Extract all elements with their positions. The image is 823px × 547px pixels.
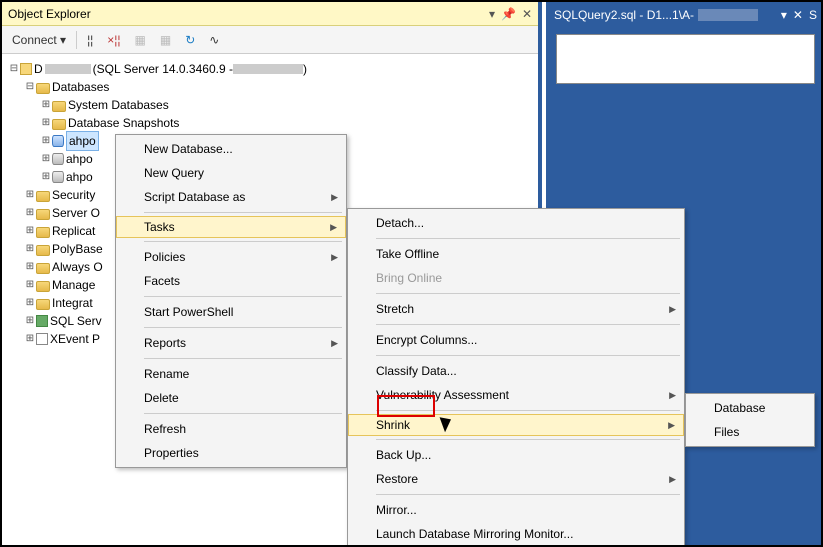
menu-rename[interactable]: Rename — [116, 362, 346, 386]
submenu-shrink: Database Files — [685, 393, 815, 447]
tab-dropdown-icon[interactable]: ▾ — [781, 8, 787, 22]
dropdown-icon[interactable]: ▾ — [489, 7, 495, 21]
menu-classify-data[interactable]: Classify Data... — [348, 359, 684, 383]
menu-policies[interactable]: Policies — [116, 245, 346, 269]
redacted-text — [698, 9, 758, 21]
context-menu-database: New Database... New Query Script Databas… — [115, 134, 347, 468]
panel-titlebar: Object Explorer ▾ 📌 ✕ — [2, 2, 538, 26]
filter-icon: ▦ — [129, 31, 152, 49]
panel-title: Object Explorer — [8, 7, 91, 21]
menu-start-powershell[interactable]: Start PowerShell — [116, 300, 346, 324]
menu-delete[interactable]: Delete — [116, 386, 346, 410]
connect-button[interactable]: Connect ▾ — [6, 31, 72, 49]
tab-s-icon[interactable]: S — [809, 8, 817, 22]
menu-shrink-database[interactable]: Database — [686, 396, 814, 420]
tree-sysdb[interactable]: ⊞System Databases — [6, 96, 534, 114]
stop-icon[interactable]: ×¦¦ — [101, 31, 126, 49]
menu-shrink-files[interactable]: Files — [686, 420, 814, 444]
menu-vulnerability-assessment[interactable]: Vulnerability Assessment — [348, 383, 684, 407]
menu-reports[interactable]: Reports — [116, 331, 346, 355]
refresh-icon[interactable]: ↻ — [179, 31, 201, 49]
menu-launch-mirroring-monitor[interactable]: Launch Database Mirroring Monitor... — [348, 522, 684, 546]
tree-snapshots[interactable]: ⊞Database Snapshots — [6, 114, 534, 132]
document-tab[interactable]: SQLQuery2.sql - D1...1\A- ▾ ✕ S — [546, 2, 821, 28]
menu-new-database[interactable]: New Database... — [116, 137, 346, 161]
menu-refresh[interactable]: Refresh — [116, 417, 346, 441]
menu-take-offline[interactable]: Take Offline — [348, 242, 684, 266]
menu-script-database-as[interactable]: Script Database as — [116, 185, 346, 209]
document-tab-label: SQLQuery2.sql - D1...1\A- — [554, 8, 694, 22]
menu-back-up[interactable]: Back Up... — [348, 443, 684, 467]
menu-stretch[interactable]: Stretch — [348, 297, 684, 321]
menu-encrypt-columns[interactable]: Encrypt Columns... — [348, 328, 684, 352]
menu-properties[interactable]: Properties — [116, 441, 346, 465]
tab-close-icon[interactable]: ✕ — [793, 8, 803, 22]
menu-tasks[interactable]: Tasks — [116, 216, 346, 238]
menu-facets[interactable]: Facets — [116, 269, 346, 293]
pin-icon[interactable]: 📌 — [501, 7, 516, 21]
menu-bring-online: Bring Online — [348, 266, 684, 290]
tree-databases[interactable]: ⊟Databases — [6, 78, 534, 96]
menu-restore[interactable]: Restore — [348, 467, 684, 491]
submenu-tasks: Detach... Take Offline Bring Online Stre… — [347, 208, 685, 547]
tree-server[interactable]: ⊟D (SQL Server 14.0.3460.9 - ) — [6, 60, 534, 78]
filter2-icon: ▦ — [154, 31, 177, 49]
activity-icon[interactable]: ∿ — [203, 31, 225, 49]
menu-new-query[interactable]: New Query — [116, 161, 346, 185]
menu-mirror[interactable]: Mirror... — [348, 498, 684, 522]
close-icon[interactable]: ✕ — [522, 7, 532, 21]
query-editor[interactable] — [556, 34, 815, 84]
menu-detach[interactable]: Detach... — [348, 211, 684, 235]
toolbar: Connect ▾ ¦¦ ×¦¦ ▦ ▦ ↻ ∿ — [2, 26, 538, 54]
menu-shrink[interactable]: Shrink — [348, 414, 684, 436]
disconnect-icon[interactable]: ¦¦ — [81, 31, 99, 49]
